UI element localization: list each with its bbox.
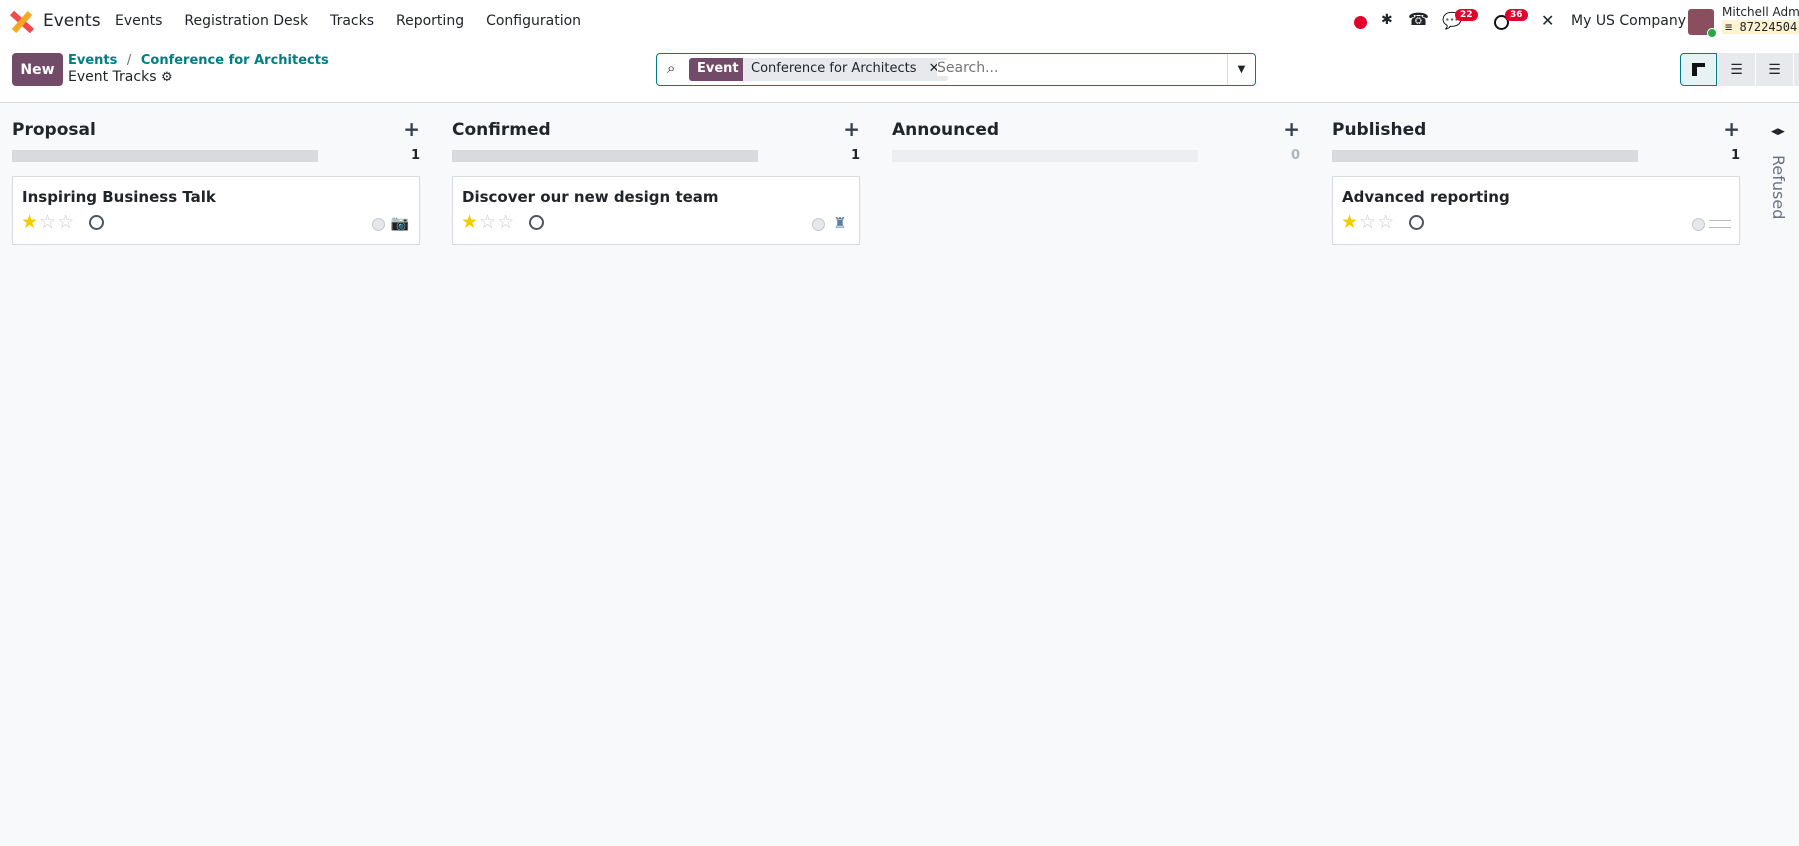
quick-create-plus-icon[interactable]: + bbox=[403, 117, 420, 141]
folded-column-title: Refused bbox=[1769, 155, 1788, 220]
star-filled-icon[interactable]: ★ bbox=[21, 211, 39, 233]
kanban-icon bbox=[1692, 63, 1705, 76]
facet-value-text: Conference for Architects bbox=[751, 61, 917, 76]
list-icon: ☰ bbox=[1730, 61, 1743, 78]
quick-create-plus-icon[interactable]: + bbox=[843, 117, 860, 141]
column-progress-bar[interactable] bbox=[1332, 150, 1638, 162]
search-bar: ⌕ Event Conference for Architects ✕ ▼ bbox=[656, 53, 1256, 86]
menu-events[interactable]: Events bbox=[115, 13, 162, 29]
column-title: Confirmed bbox=[452, 120, 551, 140]
card-title: Advanced reporting bbox=[1342, 188, 1510, 206]
speaker-logo-thumbnail bbox=[1709, 220, 1731, 228]
activity-clock-icon[interactable] bbox=[1409, 215, 1424, 230]
speaker-logo-thumbnail: ♜ bbox=[833, 214, 847, 232]
quick-create-plus-icon[interactable]: + bbox=[1283, 117, 1300, 141]
star-empty-icon[interactable]: ☆ bbox=[497, 211, 515, 233]
column-title: Proposal bbox=[12, 120, 96, 140]
events-app-logo[interactable] bbox=[10, 11, 34, 33]
star-empty-icon[interactable]: ☆ bbox=[39, 211, 57, 233]
kanban-state-icon[interactable] bbox=[812, 218, 825, 231]
top-navbar: Events Events Registration Desk Tracks R… bbox=[0, 0, 1799, 46]
kanban-card[interactable]: Advanced reporting ★☆☆ bbox=[1332, 176, 1740, 245]
kanban-card[interactable]: Discover our new design team ★☆☆ ♜ bbox=[452, 176, 860, 245]
database-id: 87224504- bbox=[1739, 20, 1799, 34]
card-title: Inspiring Business Talk bbox=[22, 188, 216, 206]
star-empty-icon[interactable]: ☆ bbox=[1359, 211, 1377, 233]
column-title: Published bbox=[1332, 120, 1427, 140]
menu-registration-desk[interactable]: Registration Desk bbox=[184, 13, 308, 29]
kanban-state-icon[interactable] bbox=[372, 218, 385, 231]
phone-icon[interactable]: ☎ bbox=[1408, 10, 1429, 30]
more-views-button[interactable] bbox=[1794, 53, 1799, 86]
column-count: 1 bbox=[410, 148, 420, 163]
debug-bug-icon[interactable]: ✱ bbox=[1381, 12, 1393, 28]
kanban-view-button[interactable] bbox=[1680, 53, 1717, 86]
facet-label: Event bbox=[689, 58, 747, 81]
column-count: 1 bbox=[1730, 148, 1740, 163]
search-input[interactable] bbox=[937, 60, 1207, 76]
online-status-icon bbox=[1707, 28, 1717, 38]
column-progress-bar[interactable] bbox=[452, 150, 758, 162]
menu-tracks[interactable]: Tracks bbox=[330, 13, 374, 29]
new-button[interactable]: New bbox=[12, 53, 63, 86]
user-name[interactable]: Mitchell Admi bbox=[1722, 5, 1799, 19]
star-empty-icon[interactable]: ☆ bbox=[479, 211, 497, 233]
list-view-button[interactable]: ☰ bbox=[1718, 53, 1755, 86]
app-name[interactable]: Events bbox=[43, 11, 101, 31]
priority-stars[interactable]: ★☆☆ bbox=[461, 211, 515, 233]
search-icon: ⌕ bbox=[667, 59, 676, 77]
star-empty-icon[interactable]: ☆ bbox=[1377, 211, 1395, 233]
activity-clock-icon[interactable] bbox=[89, 215, 104, 230]
page-title: Event Tracks bbox=[68, 69, 157, 85]
user-avatar[interactable] bbox=[1688, 9, 1717, 38]
database-label: ≡ 87224504- bbox=[1722, 20, 1799, 34]
card-title: Discover our new design team bbox=[462, 188, 719, 206]
kanban-state-icon[interactable] bbox=[1692, 218, 1705, 231]
breadcrumb-conference[interactable]: Conference for Architects bbox=[141, 53, 329, 68]
facet-value: Conference for Architects ✕ bbox=[743, 58, 948, 81]
record-icon[interactable] bbox=[1354, 16, 1367, 29]
column-title: Announced bbox=[892, 120, 1000, 140]
search-options-toggle[interactable]: ▼ bbox=[1227, 54, 1255, 85]
star-filled-icon[interactable]: ★ bbox=[461, 211, 479, 233]
messages-badge: 22 bbox=[1455, 9, 1478, 21]
breadcrumb-events[interactable]: Events bbox=[68, 53, 117, 68]
column-count: 0 bbox=[1290, 148, 1300, 163]
kanban-card[interactable]: Inspiring Business Talk ★☆☆ 📷 bbox=[12, 176, 420, 245]
column-progress-bar[interactable] bbox=[892, 150, 1198, 162]
priority-stars[interactable]: ★☆☆ bbox=[1341, 211, 1395, 233]
menu-reporting[interactable]: Reporting bbox=[396, 13, 464, 29]
unfold-arrows-icon[interactable]: ◀▶ bbox=[1771, 127, 1785, 137]
quick-create-plus-icon[interactable]: + bbox=[1723, 117, 1740, 141]
menu-configuration[interactable]: Configuration bbox=[486, 13, 581, 29]
control-panel: New Events / Conference for Architects E… bbox=[0, 46, 1799, 103]
gantt-view-button[interactable]: ☰ bbox=[1756, 53, 1793, 86]
column-progress-bar[interactable] bbox=[12, 150, 318, 162]
breadcrumb-separator: / bbox=[126, 53, 132, 68]
activities-badge: 36 bbox=[1505, 9, 1528, 21]
company-switcher[interactable]: My US Company bbox=[1571, 13, 1686, 29]
folded-column-refused[interactable]: ◀▶ Refused bbox=[1760, 103, 1799, 303]
star-empty-icon[interactable]: ☆ bbox=[57, 211, 75, 233]
settings-tools-icon[interactable]: ✕ bbox=[1541, 11, 1554, 30]
breadcrumb: Events / Conference for Architects bbox=[68, 53, 329, 68]
column-count: 1 bbox=[850, 148, 860, 163]
activity-clock-icon[interactable] bbox=[529, 215, 544, 230]
camera-placeholder-icon: 📷 bbox=[390, 214, 410, 232]
gantt-icon: ☰ bbox=[1768, 61, 1781, 78]
priority-stars[interactable]: ★☆☆ bbox=[21, 211, 75, 233]
gear-icon[interactable]: ⚙ bbox=[161, 70, 173, 85]
star-filled-icon[interactable]: ★ bbox=[1341, 211, 1359, 233]
